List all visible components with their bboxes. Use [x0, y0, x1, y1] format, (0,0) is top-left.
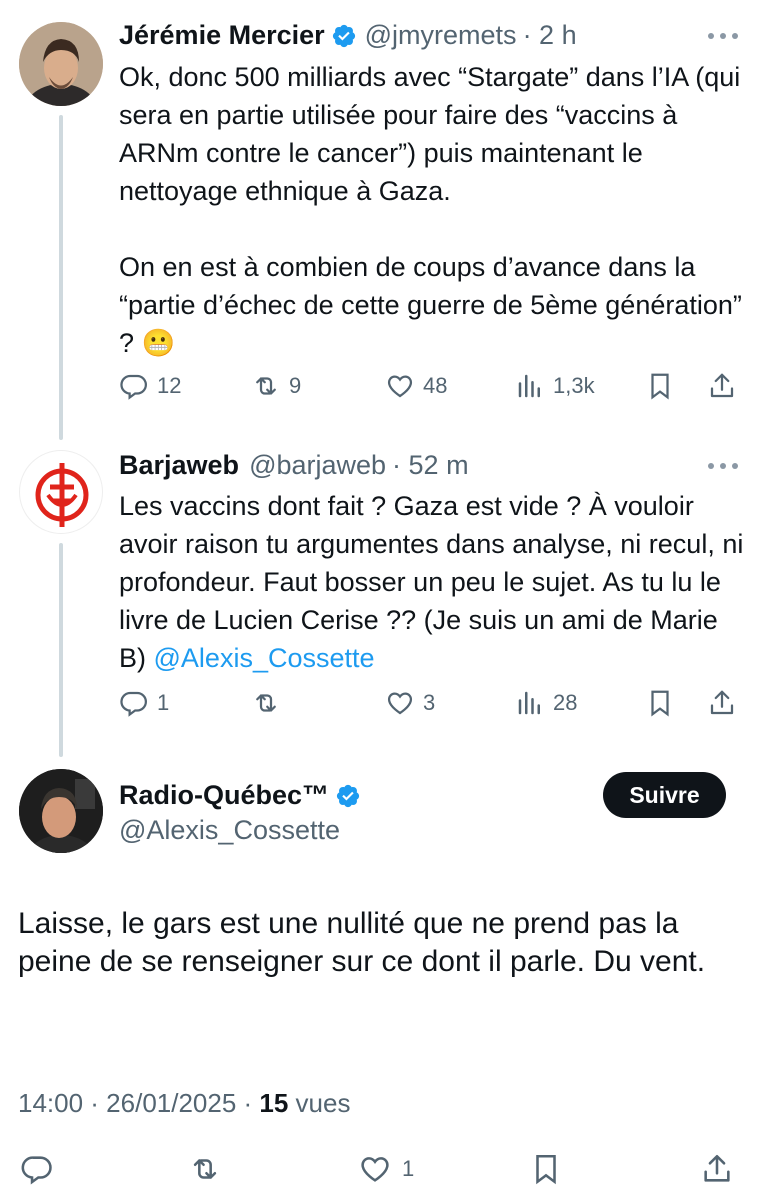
like-count: 48 [423, 373, 448, 398]
author-name[interactable]: Radio-Québec™ [119, 780, 329, 811]
reply-button[interactable]: 1 [119, 683, 169, 723]
reply-button[interactable]: 12 [119, 366, 181, 406]
share-icon [710, 373, 734, 398]
tweet-body: Ok, donc 500 milliards avec “Stargate” d… [119, 58, 744, 363]
reply-icon [120, 374, 147, 400]
share-icon [710, 690, 734, 715]
main-handle-row: @Alexis_Cossette [119, 815, 340, 846]
view-count: 28 [553, 690, 578, 715]
reply-count: 12 [157, 373, 182, 398]
views-label: vues [288, 1088, 351, 1118]
share-button[interactable] [707, 366, 745, 406]
avatar[interactable] [19, 769, 103, 853]
heart-icon [361, 1157, 389, 1182]
verified-badge-icon [336, 784, 360, 807]
avatar[interactable] [19, 22, 103, 106]
tweet-body: Les vaccins dont fait ? Gaza est vide ? … [119, 487, 744, 677]
author-handle[interactable]: @jmyremets [365, 20, 517, 51]
follow-button[interactable]: Suivre [603, 772, 726, 818]
like-button[interactable]: 48 [385, 366, 447, 406]
views-button[interactable]: 28 [515, 683, 577, 723]
reply-icon [21, 1156, 52, 1185]
repost-button[interactable] [251, 683, 289, 723]
like-count: 3 [423, 690, 436, 715]
mention-link[interactable]: @Alexis_Cossette [154, 643, 375, 673]
views-button[interactable]: 1,3k [515, 366, 595, 406]
heart-icon [387, 692, 413, 715]
analytics-icon [518, 691, 540, 715]
bookmark-button[interactable] [645, 366, 683, 406]
author-name[interactable]: Jérémie Mercier [119, 20, 325, 51]
tweet-time[interactable]: · 52 m [392, 450, 469, 481]
views-count: 15 [259, 1088, 289, 1118]
view-count: 1,3k [553, 373, 595, 398]
reply-icon [120, 691, 147, 717]
tweet-header: Jérémie Mercier @jmyremets · 2 h [119, 20, 577, 51]
repost-count: 9 [289, 373, 302, 398]
bookmark-button[interactable] [529, 1145, 573, 1193]
bookmark-icon [651, 373, 669, 400]
verified-badge-icon [332, 24, 355, 47]
author-handle[interactable]: @Alexis_Cossette [119, 815, 340, 846]
author-handle[interactable]: @barjaweb [249, 450, 386, 481]
thread-line [59, 543, 63, 757]
thread-line [59, 115, 63, 440]
like-count: 1 [402, 1156, 415, 1181]
repost-icon [193, 1159, 217, 1179]
tweet-meta: 14:00 · 26/01/2025 · 15 vues [18, 1088, 350, 1119]
share-button[interactable] [700, 1145, 744, 1193]
like-button[interactable]: 3 [385, 683, 435, 723]
bookmark-button[interactable] [645, 683, 683, 723]
more-options-icon[interactable] [706, 461, 740, 471]
main-tweet-text: Laisse, le gars est une nullité que ne p… [18, 907, 706, 978]
main-author-row: Radio-Québec™ [119, 780, 369, 811]
tweet-text: Ok, donc 500 milliards avec “Stargate” d… [119, 62, 742, 358]
share-button[interactable] [707, 683, 745, 723]
tweet-actions: 1 3 28 [119, 683, 739, 723]
analytics-icon [518, 374, 540, 398]
repost-button[interactable]: 9 [251, 366, 301, 406]
heart-icon [387, 375, 413, 398]
author-name[interactable]: Barjaweb [119, 450, 239, 481]
tweet-actions: 12 9 48 1,3k [119, 366, 739, 406]
bookmark-icon [651, 690, 669, 717]
main-actions: 1 [0, 1145, 759, 1193]
bookmark-icon [536, 1154, 556, 1185]
like-button[interactable]: 1 [358, 1145, 414, 1193]
tweet-header: Barjaweb @barjaweb · 52 m [119, 450, 469, 481]
avatar[interactable] [19, 450, 103, 534]
timestamp[interactable]: 14:00 · 26/01/2025 · [18, 1088, 259, 1118]
reply-button[interactable] [20, 1145, 64, 1193]
more-options-icon[interactable] [706, 31, 740, 41]
repost-icon [256, 694, 276, 712]
share-icon [704, 1154, 730, 1182]
tweet-time[interactable]: · 2 h [523, 20, 577, 51]
grimace-emoji: 😬 [141, 328, 176, 359]
repost-button[interactable] [188, 1145, 232, 1193]
reply-count: 1 [157, 690, 170, 715]
repost-icon [256, 377, 276, 395]
